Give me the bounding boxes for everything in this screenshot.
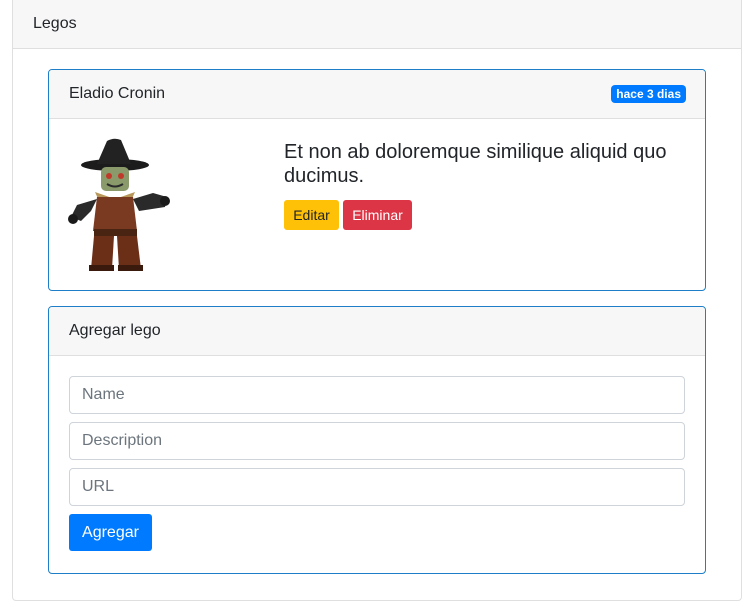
legos-panel-header: Legos [13,0,741,49]
lego-name: Eladio Cronin [69,85,166,102]
lego-card-body: Et non ab doloremque similique aliquid q… [49,119,705,290]
url-input[interactable] [69,468,685,506]
add-lego-form: Agregar [49,356,705,551]
legos-panel-title: Legos [33,15,77,32]
lego-card: Eladio Cronin hace 3 dias Et non ab dolo… [48,69,706,291]
legos-panel: Legos Eladio Cronin hace 3 dias Et non a… [12,0,742,601]
add-lego-title: Agregar lego [69,322,161,339]
add-button[interactable]: Agregar [69,514,152,551]
add-lego-card: Agregar lego Agregar [48,306,706,574]
add-lego-header: Agregar lego [49,307,705,356]
description-input[interactable] [69,422,685,460]
edit-button[interactable]: Editar [284,200,339,230]
lego-card-header: Eladio Cronin hace 3 dias [49,70,705,119]
name-input[interactable] [69,376,685,414]
delete-button[interactable]: Eliminar [343,200,412,230]
lego-description: Et non ab doloremque similique aliquid q… [284,141,667,187]
time-badge: hace 3 dias [611,85,686,103]
lego-scarecrow-image [68,138,170,271]
